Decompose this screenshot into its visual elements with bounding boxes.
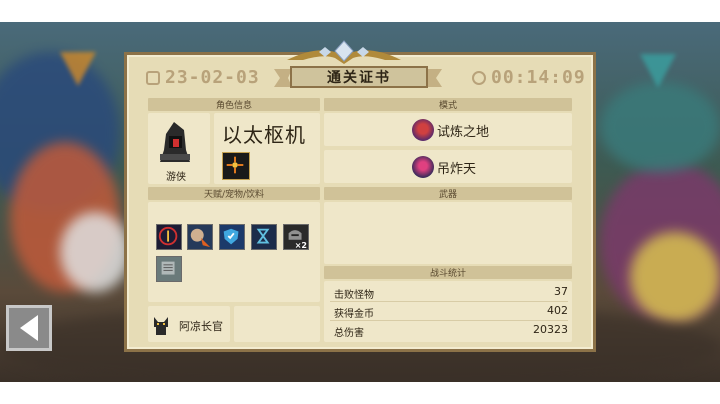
arrow-left-icon	[20, 315, 38, 341]
scroll-talent-icon	[156, 256, 182, 282]
drink-box	[234, 306, 320, 342]
trial-mode-icon	[412, 119, 434, 141]
shield-talent-icon	[219, 224, 245, 250]
cat-pet-icon	[154, 317, 168, 335]
weapons-header: 武器	[324, 187, 572, 200]
fire-beast-talent-icon	[187, 224, 213, 250]
clock-icon	[472, 70, 486, 85]
hooded-character-portrait	[160, 122, 190, 162]
badass-mode: 吊炸天	[412, 156, 476, 178]
stat-value-gold: 402	[547, 304, 568, 317]
character-info-header: 角色信息	[148, 98, 320, 111]
hourglass-talent-icon	[251, 224, 277, 250]
stat-label-kills: 击败怪物	[334, 290, 374, 301]
stat-divider	[330, 320, 568, 321]
stat-divider	[330, 301, 568, 302]
certificate-title: 通关证书	[290, 66, 428, 88]
stat-label-gold: 获得金币	[334, 309, 374, 320]
pet-name: 阿凉长官	[179, 320, 223, 333]
character-class: 游侠	[166, 172, 186, 183]
weapons-box	[324, 202, 572, 264]
character-name: 以太枢机	[222, 123, 306, 147]
trial-mode: 试炼之地	[412, 119, 489, 141]
stat-value-damage: 20323	[533, 323, 568, 336]
red-circle-talent-icon	[156, 224, 182, 250]
calendar-icon	[146, 70, 160, 85]
mode-header: 模式	[324, 98, 572, 111]
back-button[interactable]	[6, 305, 52, 351]
battle-stats-header: 战斗统计	[324, 266, 572, 279]
badass-mode-icon	[412, 156, 434, 178]
stat-value-kills: 37	[554, 285, 568, 298]
talents-header: 天赋/宠物/饮料	[148, 187, 320, 200]
sparkle-skill-icon	[222, 152, 250, 180]
certificate-crest-ornament	[287, 40, 401, 64]
certificate-date: 23-02-03	[146, 67, 260, 88]
helmet-talent-icon: ×2	[283, 224, 309, 250]
clear-time: 00:14:09	[472, 67, 586, 88]
stat-label-damage: 总伤害	[334, 328, 364, 339]
talents-box	[148, 202, 320, 302]
